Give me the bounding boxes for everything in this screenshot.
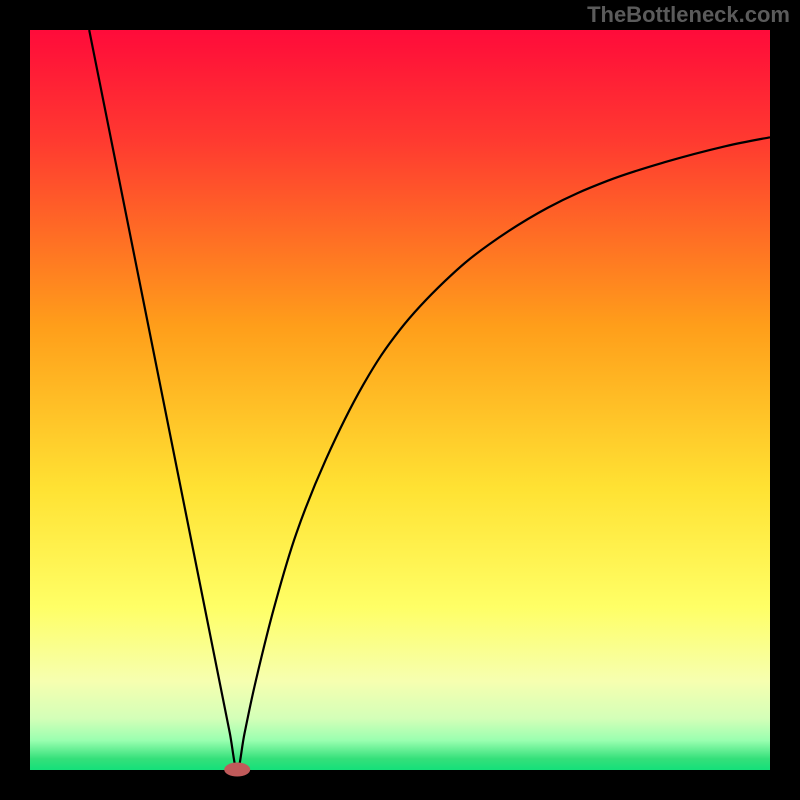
plot-background bbox=[30, 30, 770, 770]
watermark-text: TheBottleneck.com bbox=[587, 2, 790, 28]
vertex-marker bbox=[224, 763, 250, 777]
bottleneck-chart bbox=[0, 0, 800, 800]
chart-frame: TheBottleneck.com bbox=[0, 0, 800, 800]
